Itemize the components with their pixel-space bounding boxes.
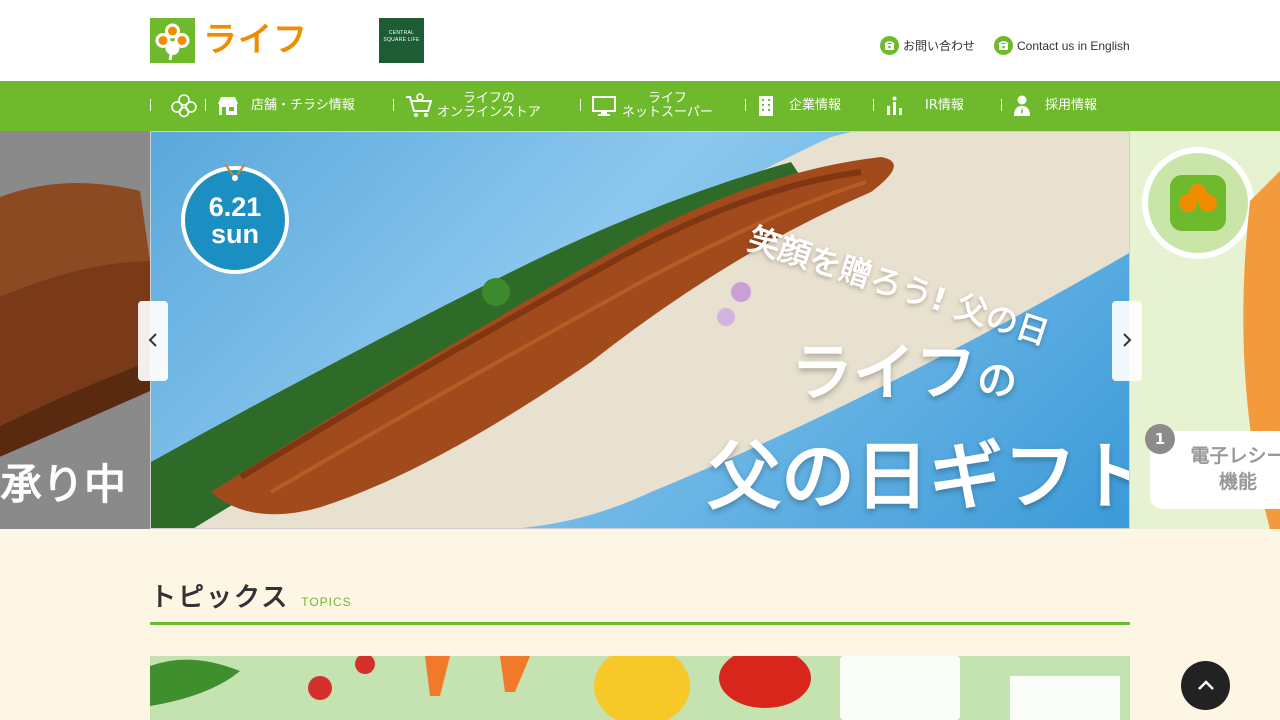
phone-icon xyxy=(994,36,1013,55)
nav-label-online-line1: ライフの xyxy=(462,91,515,106)
chart-bars-icon xyxy=(885,96,905,116)
slide-title-line2: 父の日ギフト xyxy=(707,434,1130,520)
nav-label-ir: IR情報 xyxy=(925,98,964,113)
nav-item-net-super[interactable]: ライフ ネットスーパー xyxy=(580,81,746,131)
nav-item-online-store[interactable]: ライフの オンラインストア xyxy=(393,81,581,131)
prev-slide-text: 承り中 xyxy=(0,460,127,509)
monitor-icon xyxy=(592,96,616,116)
carousel-next-button[interactable] xyxy=(1112,301,1142,381)
building-icon xyxy=(757,95,775,117)
nav-divider xyxy=(205,99,206,111)
global-nav: 店舗・チラシ情報 ライフの オンラインストア ライフ ネットスーパー 企業情報 xyxy=(0,81,1280,131)
clover-icon xyxy=(170,93,198,119)
hero-carousel: 承り中 6.21 sun 笑顔を贈ろう! 父の日 ライフの 父の日ギフト 1 電… xyxy=(0,131,1280,529)
topics-subtitle: TOPICS xyxy=(301,595,352,609)
chevron-up-icon xyxy=(1197,676,1215,695)
next-slide-line1: 電子レシー xyxy=(1190,445,1280,467)
next-slide-text: 電子レシー 機能 xyxy=(1178,443,1280,495)
carousel-prev-button[interactable] xyxy=(138,301,168,381)
topics-title: トピックス xyxy=(150,583,290,613)
logo-text: ライフ xyxy=(203,20,308,60)
nav-item-company[interactable]: 企業情報 xyxy=(745,81,873,131)
date-text: 6.21 sun xyxy=(179,194,291,248)
nav-item-recruit[interactable]: 採用情報 xyxy=(1001,81,1130,131)
clover-logo-icon xyxy=(150,18,195,63)
topics-heading: トピックス TOPICS xyxy=(150,577,352,614)
central-square-logo[interactable]: CENTRAL SQUARE LIFE xyxy=(379,18,424,63)
nav-label-company: 企業情報 xyxy=(789,98,842,113)
chevron-right-icon xyxy=(1122,332,1132,351)
nav-divider xyxy=(150,99,151,111)
topics-divider xyxy=(150,622,1130,625)
nav-label-online-line2: オンラインストア xyxy=(437,105,541,120)
cart-icon xyxy=(405,93,433,119)
nav-label-recruit: 採用情報 xyxy=(1045,98,1098,113)
central-square-logo-text: CENTRAL SQUARE LIFE xyxy=(383,30,420,43)
back-to-top-button[interactable] xyxy=(1181,661,1230,710)
chevron-left-icon xyxy=(148,332,158,351)
nav-divider xyxy=(393,99,394,111)
nav-item-stores[interactable]: 店舗・チラシ情報 xyxy=(205,81,393,131)
slide-title-brand: ライフ xyxy=(791,336,978,409)
slide-title-particle: の xyxy=(977,358,1018,404)
nav-label-netsuper-line1: ライフ xyxy=(647,91,687,106)
date-line1: 6.21 xyxy=(208,192,262,222)
site-header: ライフ CENTRAL SQUARE LIFE お問い合わせ Contact u… xyxy=(0,0,1280,81)
contact-link[interactable]: お問い合わせ xyxy=(880,36,975,55)
english-contact-label: Contact us in English xyxy=(1017,38,1130,53)
nav-label-netsuper-line2: ネットスーパー xyxy=(622,105,713,120)
topic-banner-organic[interactable] xyxy=(150,656,1130,720)
nav-divider xyxy=(873,99,874,111)
prev-slide-preview[interactable]: 承り中 xyxy=(0,131,150,529)
next-slide-preview[interactable]: 1 電子レシー 機能 xyxy=(1130,131,1280,529)
phone-icon xyxy=(880,36,899,55)
english-contact-link[interactable]: Contact us in English xyxy=(994,36,1130,55)
nav-item-ir[interactable]: IR情報 xyxy=(873,81,1001,131)
date-line2: sun xyxy=(210,219,259,249)
contact-label: お問い合わせ xyxy=(903,39,976,53)
nav-item-home[interactable] xyxy=(150,81,206,131)
nav-divider xyxy=(580,99,581,111)
store-icon xyxy=(217,96,239,116)
next-slide-number: 1 xyxy=(1145,424,1175,454)
nav-label-stores: 店舗・チラシ情報 xyxy=(251,98,355,113)
next-slide-line2: 機能 xyxy=(1218,471,1257,493)
nav-divider xyxy=(1001,99,1002,111)
life-logo[interactable]: ライフ xyxy=(150,18,308,63)
nav-divider xyxy=(745,99,746,111)
slide-title-line1: ライフの xyxy=(791,322,1017,412)
main-slide[interactable]: 6.21 sun 笑顔を贈ろう! 父の日 ライフの 父の日ギフト xyxy=(150,131,1130,529)
person-icon xyxy=(1013,95,1031,117)
